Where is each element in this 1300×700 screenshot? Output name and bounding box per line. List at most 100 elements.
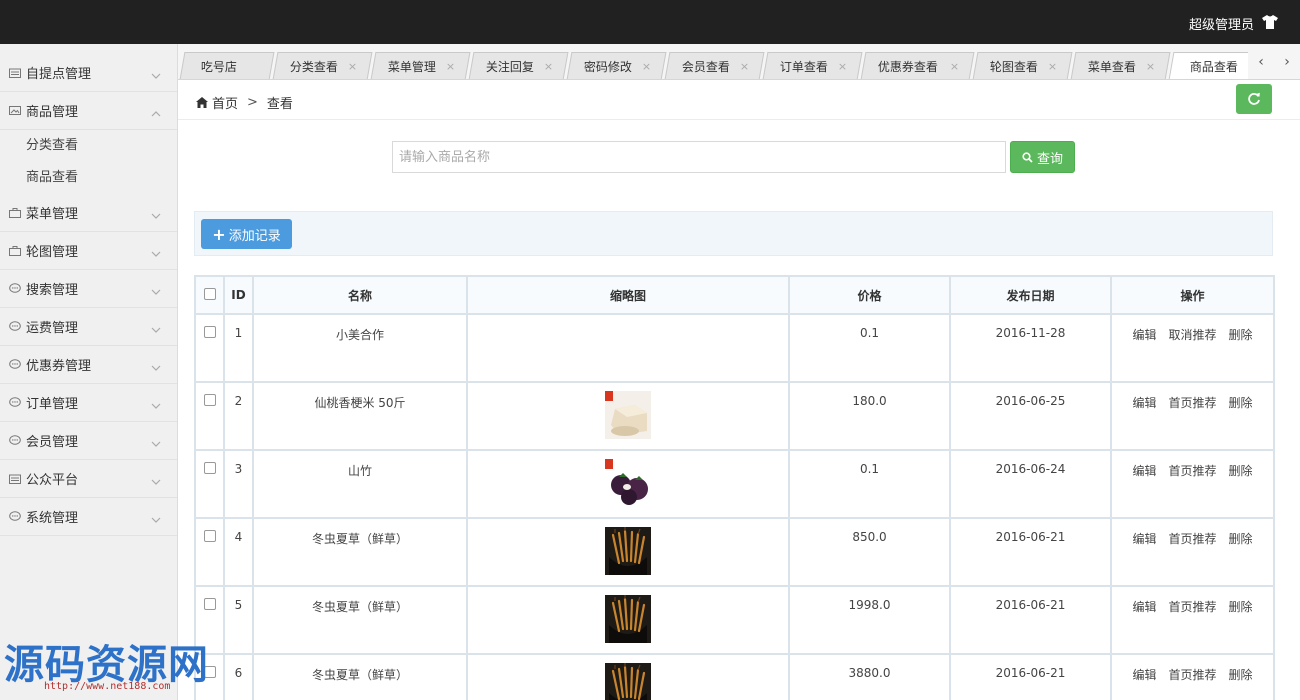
recommend-link[interactable]: 首页推荐 [1168,668,1216,682]
breadcrumb-home[interactable]: 首页 [212,93,238,112]
tab[interactable]: 密码修改 × [566,52,667,79]
recommend-link[interactable]: 首页推荐 [1168,464,1216,478]
edit-link[interactable]: 编辑 [1132,464,1156,478]
table-row: 6 冬虫夏草（鲜草） 3880.0 2016-06-21 编辑 首页推荐 删除 [194,653,1275,700]
edit-link[interactable]: 编辑 [1132,328,1156,342]
delete-link[interactable]: 删除 [1229,464,1253,478]
sidebar-subitem[interactable]: 商品查看 [0,162,177,194]
tab[interactable]: 优惠券查看 × [860,52,975,79]
select-all-checkbox[interactable] [203,287,216,300]
cell-date: 2016-06-24 [949,449,1112,519]
tab[interactable]: 会员查看 × [664,52,765,79]
refresh-button[interactable] [1236,84,1272,114]
delete-link[interactable]: 删除 [1229,396,1253,410]
row-checkbox[interactable] [203,598,216,610]
sidebar-item[interactable]: 公众平台 [0,460,177,498]
tab[interactable]: 关注回复 × [468,52,569,79]
chat-icon [9,283,21,294]
sidebar-item-label: 商品管理 [26,105,79,120]
chevron-down-icon [151,360,161,371]
edit-link[interactable]: 编辑 [1132,600,1156,614]
close-icon[interactable]: × [642,60,651,73]
recommend-link[interactable]: 首页推荐 [1168,396,1216,410]
chat-icon [9,359,21,370]
close-icon[interactable]: × [446,60,455,73]
close-icon[interactable]: × [348,60,357,73]
cell-thumbnail [466,653,790,700]
cell-date: 2016-11-28 [949,313,1112,383]
tab-label: 分类查看 [289,60,338,74]
edit-link[interactable]: 编辑 [1132,668,1156,682]
sidebar-item[interactable]: 轮图管理 [0,232,177,270]
recommend-link[interactable]: 首页推荐 [1168,600,1216,614]
edit-link[interactable]: 编辑 [1132,396,1156,410]
row-checkbox[interactable] [203,462,216,474]
cell-id: 5 [223,585,254,655]
sidebar-item[interactable]: 搜索管理 [0,270,177,308]
tab-label: 订单查看 [779,60,828,74]
cell-name: 山竹 [252,449,468,519]
top-bar: 超级管理员 [0,0,1300,44]
tab-label: 吃号店 [200,60,237,74]
search-input[interactable] [392,141,1006,173]
search-button[interactable]: 查询 [1010,141,1075,173]
row-checkbox[interactable] [203,326,216,338]
product-table: ID 名称 缩略图 价格 发布日期 操作 1 小美合作 0.1 2016-11-28 编… [194,275,1275,700]
delete-link[interactable]: 删除 [1229,328,1253,342]
close-icon[interactable]: × [1048,60,1057,73]
close-icon[interactable]: × [1146,60,1155,73]
close-icon[interactable]: × [740,60,749,73]
close-icon[interactable]: × [838,60,847,73]
close-icon[interactable]: × [544,60,553,73]
sidebar-item[interactable]: 菜单管理 [0,194,177,232]
delete-link[interactable]: 删除 [1229,532,1253,546]
row-checkbox[interactable] [203,530,216,542]
tab[interactable]: 商品查看 [1168,52,1260,79]
tab[interactable]: 吃号店 [179,52,275,79]
refresh-icon [1248,92,1260,105]
cell-id: 4 [223,517,254,587]
close-icon[interactable]: × [950,60,959,73]
sidebar-item[interactable]: 商品管理 [0,92,177,130]
row-checkbox[interactable] [203,394,216,406]
tab[interactable]: 菜单查看 × [1070,52,1171,79]
toolbar: + 添加记录 [194,211,1273,256]
chat-icon [9,321,21,332]
sidebar-item-label: 公众平台 [26,473,79,488]
sidebar-item[interactable]: 优惠券管理 [0,346,177,384]
delete-link[interactable]: 删除 [1229,600,1253,614]
sidebar-item[interactable]: 自提点管理 [0,54,177,92]
tab[interactable]: 分类查看 × [272,52,373,79]
tab-prev-button[interactable]: ‹ [1248,44,1274,79]
user-name[interactable]: 超级管理员 [1189,14,1254,33]
row-checkbox-cell [194,313,225,383]
home-icon [196,97,208,108]
tab[interactable]: 订单查看 × [762,52,863,79]
tab[interactable]: 菜单管理 × [370,52,471,79]
cell-actions: 编辑 取消推荐 删除 [1110,313,1275,383]
chevron-down-icon [151,436,161,447]
tshirt-icon[interactable] [1262,15,1278,29]
tab-label: 会员查看 [681,60,730,74]
cell-id: 3 [223,449,254,519]
tab-next-button[interactable]: › [1274,44,1300,79]
sidebar-subitem[interactable]: 分类查看 [0,130,177,162]
sidebar-item[interactable]: 会员管理 [0,422,177,460]
recommend-link[interactable]: 取消推荐 [1168,328,1216,342]
sidebar-item[interactable]: 系统管理 [0,498,177,536]
edit-link[interactable]: 编辑 [1132,532,1156,546]
recommend-link[interactable]: 首页推荐 [1168,532,1216,546]
delete-link[interactable]: 删除 [1229,668,1253,682]
bag-icon [9,207,21,218]
chevron-up-icon [151,106,161,117]
column-header-actions: 操作 [1110,275,1275,315]
breadcrumb: 首页 > 查看 [196,93,293,112]
chevron-down-icon [151,284,161,295]
sidebar-item[interactable]: 订单管理 [0,384,177,422]
row-checkbox-cell [194,517,225,587]
tab[interactable]: 轮图查看 × [972,52,1073,79]
plus-icon: + [212,224,226,244]
add-record-button[interactable]: + 添加记录 [201,219,292,249]
column-header-name: 名称 [252,275,468,315]
sidebar-item[interactable]: 运费管理 [0,308,177,346]
